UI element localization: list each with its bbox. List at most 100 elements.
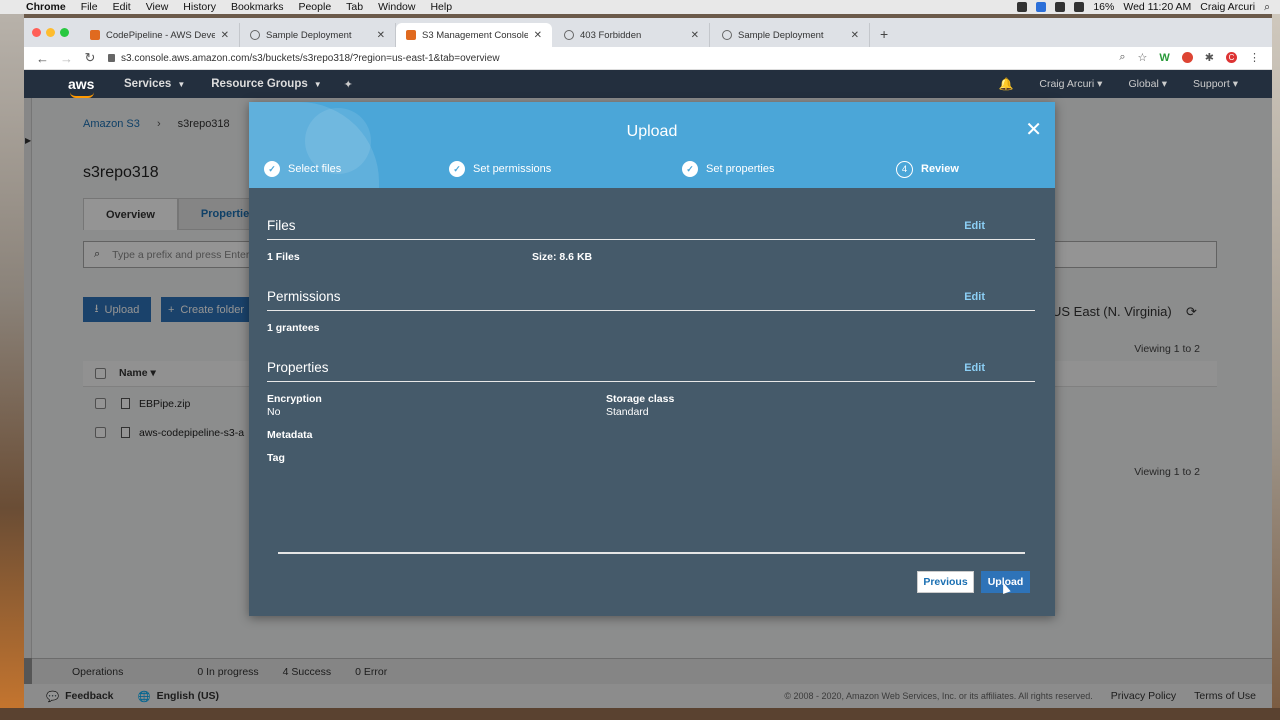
browser-menu-icon[interactable]: ⋮ — [1249, 51, 1260, 64]
desktop-background-bottom — [0, 708, 1280, 720]
browser-tab-codepipeline[interactable]: CodePipeline - AWS Developer ✕ — [80, 23, 240, 47]
check-icon: ✓ — [682, 161, 698, 177]
browser-tab-s3-console[interactable]: S3 Management Console ✕ — [396, 23, 552, 47]
aws-logo[interactable]: aws — [68, 76, 98, 98]
step-set-permissions[interactable]: ✓ Set permissions — [449, 160, 551, 178]
browser-tab-sample-deployment-2[interactable]: Sample Deployment ✕ — [712, 23, 870, 47]
close-icon[interactable]: ✕ — [851, 30, 859, 41]
tab-label: CodePipeline - AWS Developer — [106, 29, 215, 41]
edit-permissions-link[interactable]: Edit — [964, 291, 985, 303]
tab-strip: CodePipeline - AWS Developer ✕ Sample De… — [24, 18, 1272, 47]
window-minimize-button[interactable] — [46, 28, 55, 37]
menubar-user[interactable]: Craig Arcuri — [1200, 1, 1255, 13]
previous-button[interactable]: Previous — [917, 571, 974, 593]
wifi-icon[interactable] — [1074, 2, 1085, 12]
resource-groups-menu[interactable]: Resource Groups ▼ — [211, 78, 321, 90]
check-icon: ✓ — [264, 161, 280, 177]
step-set-properties[interactable]: ✓ Set properties — [682, 160, 774, 178]
step-label: Set permissions — [473, 163, 552, 175]
permissions-section-title: Permissions — [267, 289, 341, 304]
modal-divider — [278, 552, 1025, 554]
menu-file[interactable]: File — [81, 1, 98, 13]
close-icon[interactable]: ✕ — [1025, 120, 1042, 140]
aws-icon — [90, 30, 100, 40]
menu-bookmarks[interactable]: Bookmarks — [231, 1, 284, 13]
menu-tab[interactable]: Tab — [346, 1, 363, 13]
bookmark-star-icon[interactable]: ☆ — [1138, 51, 1148, 64]
window-zoom-button[interactable] — [60, 28, 69, 37]
menubar-clock[interactable]: Wed 11:20 AM — [1123, 1, 1191, 13]
close-icon[interactable]: ✕ — [377, 30, 385, 41]
forward-button[interactable]: → — [60, 51, 73, 66]
upload-modal: Upload ✕ ✓ Select files ✓ Set permission… — [249, 102, 1055, 616]
encryption-label: Encryption — [267, 393, 322, 405]
menu-app-chrome[interactable]: Chrome — [26, 1, 66, 13]
services-menu[interactable]: Services ▼ — [124, 78, 185, 90]
browser-tab-403-forbidden[interactable]: 403 Forbidden ✕ — [554, 23, 710, 47]
display-icon[interactable] — [1055, 2, 1066, 12]
aws-header: aws Services ▼ Resource Groups ▼ ✦ 🔔 Craig… — [24, 70, 1272, 98]
menu-view[interactable]: View — [146, 1, 169, 13]
browser-tab-sample-deployment[interactable]: Sample Deployment ✕ — [240, 23, 396, 47]
screen-recorder-icon[interactable] — [1036, 2, 1047, 12]
chevron-down-icon: ▼ — [313, 80, 322, 89]
chevron-down-icon: ▼ — [177, 80, 186, 89]
metadata-label: Metadata — [267, 429, 313, 441]
files-section-header: Files Edit — [267, 218, 1035, 240]
tab-label: S3 Management Console — [422, 29, 528, 41]
close-icon[interactable]: ✕ — [534, 30, 542, 41]
account-menu[interactable]: Craig Arcuri ▾ — [1039, 78, 1102, 90]
permissions-section-header: Permissions Edit — [267, 289, 1035, 311]
dropbox-icon[interactable] — [1017, 2, 1028, 12]
extension-w-icon[interactable]: W — [1159, 52, 1169, 64]
support-menu[interactable]: Support ▾ — [1193, 78, 1238, 90]
spotlight-icon[interactable]: ⌕ — [1264, 1, 1270, 14]
aws-header-right: 🔔 Craig Arcuri ▾ Global ▾ Support ▾ — [998, 70, 1238, 98]
toolbar-extensions: ⌕ ☆ W ✱ C ⋮ — [1119, 51, 1260, 64]
bell-icon[interactable]: 🔔 — [998, 77, 1013, 91]
globe-icon — [250, 30, 260, 40]
step-review[interactable]: 4 Review — [896, 160, 959, 178]
menu-edit[interactable]: Edit — [113, 1, 131, 13]
aws-icon — [406, 30, 416, 40]
region-menu[interactable]: Global ▾ — [1128, 78, 1167, 90]
menu-window[interactable]: Window — [378, 1, 415, 13]
storage-class-label: Storage class — [606, 393, 675, 405]
step-label: Set properties — [706, 163, 775, 175]
browser-toolbar: ← → ↻ s3.console.aws.amazon.com/s3/bucke… — [24, 47, 1272, 70]
region-menu-label: Global — [1128, 78, 1159, 90]
window-close-button[interactable] — [32, 28, 41, 37]
adblock-icon[interactable] — [1181, 52, 1193, 63]
menu-help[interactable]: Help — [430, 1, 452, 13]
step-select-files[interactable]: ✓ Select files — [264, 160, 341, 178]
pin-icon[interactable]: ✦ — [344, 78, 353, 91]
encryption-value: No — [267, 406, 281, 418]
files-section-title: Files — [267, 218, 296, 233]
support-label: Support — [1193, 78, 1230, 90]
menu-history[interactable]: History — [183, 1, 216, 13]
menu-people[interactable]: People — [298, 1, 331, 13]
modal-header: Upload ✕ ✓ Select files ✓ Set permission… — [249, 102, 1055, 188]
edit-properties-link[interactable]: Edit — [964, 362, 985, 374]
tab-label: 403 Forbidden — [580, 29, 642, 41]
extensions-puzzle-icon[interactable]: ✱ — [1205, 51, 1214, 64]
back-button[interactable]: ← — [36, 51, 49, 66]
reload-button[interactable]: ↻ — [84, 50, 96, 66]
battery-percent[interactable]: 16% — [1093, 1, 1114, 13]
modal-overlay-bottom — [24, 658, 1272, 708]
globe-icon — [722, 30, 732, 40]
step-label: Review — [921, 163, 959, 175]
edit-files-link[interactable]: Edit — [964, 220, 985, 232]
step-label: Select files — [288, 163, 342, 175]
zoom-icon[interactable]: ⌕ — [1119, 51, 1125, 64]
profile-avatar-icon[interactable]: C — [1226, 52, 1237, 63]
files-count: 1 Files — [267, 251, 300, 263]
address-bar[interactable]: s3.console.aws.amazon.com/s3/buckets/s3r… — [121, 53, 500, 64]
storage-class-value: Standard — [606, 406, 649, 418]
close-icon[interactable]: ✕ — [691, 30, 699, 41]
properties-section-header: Properties Edit — [267, 360, 1035, 382]
new-tab-button[interactable]: + — [880, 26, 888, 42]
close-icon[interactable]: ✕ — [221, 30, 229, 41]
menubar-status-area: 16% Wed 11:20 AM Craig Arcuri ⌕ — [1017, 0, 1270, 14]
lock-icon — [108, 54, 115, 62]
